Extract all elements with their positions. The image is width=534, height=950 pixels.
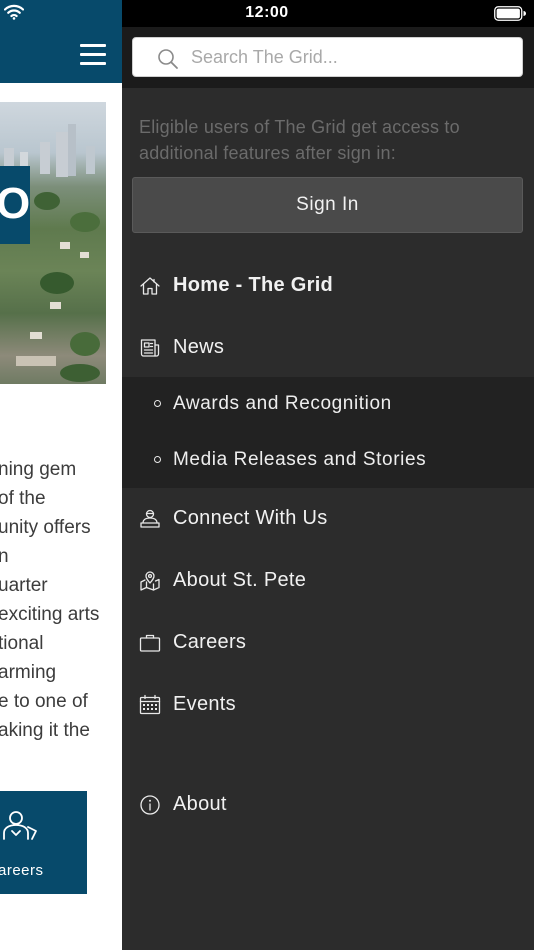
- person-desk-icon: [140, 509, 160, 528]
- newspaper-icon: [140, 339, 160, 357]
- signin-hint-text: Eligible users of The Grid get access to…: [139, 117, 460, 163]
- search-icon: [158, 49, 178, 69]
- map-pin-icon: [140, 571, 160, 591]
- nav-item-careers-label: Careers: [173, 631, 247, 653]
- news-submenu: Awards and Recognition Media Releases an…: [122, 377, 534, 488]
- sign-in-button[interactable]: Sign In: [132, 177, 523, 233]
- nav-item-news[interactable]: News: [122, 323, 534, 373]
- info-icon: [140, 795, 160, 815]
- status-bar: 12:00: [0, 0, 534, 27]
- wifi-icon: [4, 4, 24, 20]
- nav-item-home[interactable]: Home - The Grid: [122, 261, 534, 311]
- calendar-icon: [139, 694, 161, 715]
- navigation-drawer: Eligible users of The Grid get access to…: [122, 0, 534, 950]
- nav-item-connect[interactable]: Connect With Us: [122, 494, 534, 544]
- nav-item-news-label: News: [173, 336, 225, 358]
- background-app-page: O ning gem of the unity offers n uarter …: [0, 0, 122, 950]
- bullet-icon: [154, 400, 161, 407]
- submenu-item-media-releases-label: Media Releases and Stories: [173, 449, 427, 470]
- battery-icon: [494, 6, 526, 21]
- nav-item-about[interactable]: About: [122, 780, 534, 830]
- submenu-item-awards[interactable]: Awards and Recognition: [122, 377, 534, 432]
- briefcase-icon: [139, 634, 161, 652]
- search-area: [122, 27, 534, 88]
- search-input[interactable]: [191, 42, 511, 72]
- submenu-item-awards-label: Awards and Recognition: [173, 393, 392, 414]
- nav-item-about-label: About: [173, 793, 227, 815]
- nav-item-home-label: Home - The Grid: [173, 274, 334, 296]
- nav-item-about-st-pete-label: About St. Pete: [173, 569, 307, 591]
- nav-item-careers[interactable]: Careers: [122, 618, 534, 668]
- intro-paragraph: ning gem of the unity offers n uarter ex…: [0, 459, 100, 741]
- hamburger-menu-icon[interactable]: [80, 44, 106, 65]
- person-desk-icon: [3, 811, 37, 840]
- bullet-icon: [154, 456, 161, 463]
- careers-tile[interactable]: areers: [0, 791, 87, 894]
- careers-tile-label: areers: [0, 862, 44, 879]
- nav-item-connect-label: Connect With Us: [173, 507, 328, 529]
- hero-title-fragment: O: [0, 179, 31, 228]
- nav-item-events[interactable]: Events: [122, 680, 534, 730]
- home-icon: [140, 277, 160, 295]
- nav-item-about-st-pete[interactable]: About St. Pete: [122, 556, 534, 606]
- search-box[interactable]: [132, 37, 523, 77]
- nav-item-events-label: Events: [173, 693, 236, 715]
- submenu-item-media-releases[interactable]: Media Releases and Stories: [122, 433, 534, 488]
- status-time: 12:00: [245, 4, 289, 21]
